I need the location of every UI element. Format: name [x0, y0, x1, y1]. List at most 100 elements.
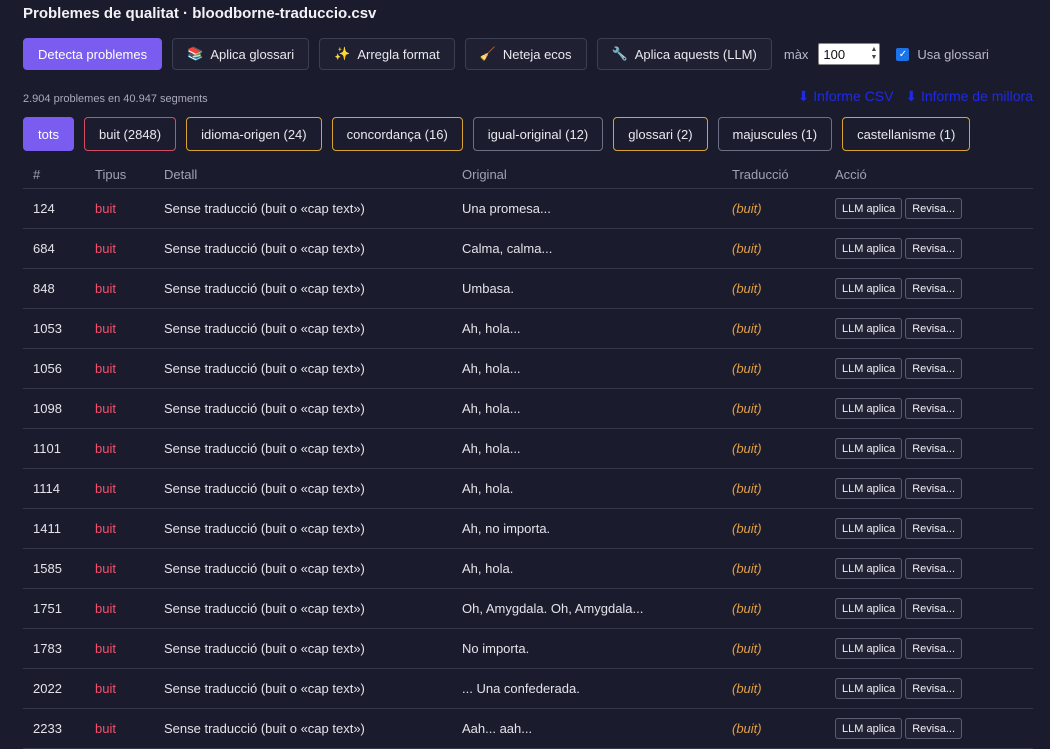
row-original: No importa.: [452, 628, 722, 669]
fix-format-button[interactable]: ✨ Arregla format: [319, 38, 455, 70]
csv-report-link[interactable]: ⬇ Informe CSV: [798, 88, 894, 104]
llm-apply-button[interactable]: LLM aplica: [835, 558, 903, 579]
review-button[interactable]: Revisa...: [905, 278, 962, 299]
llm-apply-button[interactable]: LLM aplica: [835, 318, 903, 339]
filter-source-language[interactable]: idioma-origen (24): [186, 117, 322, 151]
column-header-translation: Traducció: [722, 160, 825, 189]
row-original: Aah... aah...: [452, 708, 722, 749]
apply-glossary-button[interactable]: 📚 Aplica glossari: [172, 38, 310, 70]
llm-apply-button[interactable]: LLM aplica: [835, 278, 903, 299]
llm-apply-button[interactable]: LLM aplica: [835, 638, 903, 659]
row-type: buit: [85, 188, 154, 229]
toolbar: Detecta problemes 📚 Aplica glossari ✨ Ar…: [23, 38, 989, 70]
row-detail: Sense traducció (buit o «cap text»): [154, 468, 452, 509]
row-detail: Sense traducció (buit o «cap text»): [154, 188, 452, 229]
books-icon: 📚: [187, 46, 204, 61]
review-button[interactable]: Revisa...: [905, 558, 962, 579]
problems-table: # Tipus Detall Original Traducció Acció …: [23, 160, 1033, 749]
max-number-input[interactable]: 100 ▲ ▼: [818, 43, 881, 65]
llm-apply-button[interactable]: LLM aplica: [835, 198, 903, 219]
row-actions: LLM aplica Revisa...: [825, 548, 1033, 589]
filter-empty[interactable]: buit (2848): [83, 117, 177, 151]
row-detail: Sense traducció (buit o «cap text»): [154, 588, 452, 629]
review-button[interactable]: Revisa...: [905, 198, 962, 219]
row-translation: (buit): [722, 268, 825, 309]
row-original: ... Una confederada.: [452, 668, 722, 709]
row-detail: Sense traducció (buit o «cap text»): [154, 428, 452, 469]
review-button[interactable]: Revisa...: [905, 598, 962, 619]
filter-all[interactable]: tots: [23, 117, 74, 151]
use-glossary-toggle[interactable]: ✓ Usa glossari: [896, 47, 989, 62]
row-actions: LLM aplica Revisa...: [825, 468, 1033, 509]
row-number: 1056: [23, 348, 85, 389]
filter-castilianism[interactable]: castellanisme (1): [842, 117, 971, 151]
filter-capitals[interactable]: majuscules (1): [717, 117, 833, 151]
row-original: Ah, hola...: [452, 348, 722, 389]
row-translation: (buit): [722, 588, 825, 629]
row-translation: (buit): [722, 388, 825, 429]
apply-llm-label: Aplica aquests (LLM): [634, 46, 757, 62]
llm-apply-button[interactable]: LLM aplica: [835, 358, 903, 379]
row-actions: LLM aplica Revisa...: [825, 188, 1033, 229]
row-actions: LLM aplica Revisa...: [825, 348, 1033, 389]
row-type: buit: [85, 708, 154, 749]
review-button[interactable]: Revisa...: [905, 718, 962, 739]
llm-apply-button[interactable]: LLM aplica: [835, 518, 903, 539]
row-type: buit: [85, 628, 154, 669]
row-original: Ah, hola...: [452, 308, 722, 349]
review-button[interactable]: Revisa...: [905, 518, 962, 539]
row-number: 1783: [23, 628, 85, 669]
llm-apply-button[interactable]: LLM aplica: [835, 598, 903, 619]
review-button[interactable]: Revisa...: [905, 318, 962, 339]
row-detail: Sense traducció (buit o «cap text»): [154, 548, 452, 589]
filter-same-original[interactable]: igual-original (12): [472, 117, 604, 151]
improvement-report-link[interactable]: ⬇ Informe de millora: [905, 88, 1033, 104]
broom-icon: 🧹: [479, 46, 496, 61]
row-original: Ah, hola.: [452, 548, 722, 589]
review-button[interactable]: Revisa...: [905, 478, 962, 499]
llm-apply-button[interactable]: LLM aplica: [835, 478, 903, 499]
clean-echoes-button[interactable]: 🧹 Neteja ecos: [464, 38, 587, 70]
detect-problems-button[interactable]: Detecta problemes: [23, 38, 163, 70]
apply-llm-button[interactable]: 🔧 Aplica aquests (LLM): [596, 38, 772, 70]
spinner-arrows-icon[interactable]: ▲ ▼: [870, 46, 877, 62]
row-original: Ah, hola...: [452, 388, 722, 429]
review-button[interactable]: Revisa...: [905, 358, 962, 379]
review-button[interactable]: Revisa...: [905, 398, 962, 419]
table-row: 2233 buit Sense traducció (buit o «cap tex…: [23, 708, 1033, 749]
page-title: Problemes de qualitat · bloodborne-tradu…: [23, 5, 377, 22]
llm-apply-button[interactable]: LLM aplica: [835, 398, 903, 419]
filter-glossary[interactable]: glossari (2): [613, 117, 708, 151]
max-label: màx: [783, 46, 809, 62]
row-type: buit: [85, 588, 154, 629]
table-row: 124 buit Sense traducció (buit o «cap text…: [23, 188, 1033, 229]
use-glossary-checkbox[interactable]: ✓: [896, 47, 910, 61]
llm-apply-button[interactable]: LLM aplica: [835, 718, 903, 739]
row-actions: LLM aplica Revisa...: [825, 428, 1033, 469]
row-translation: (buit): [722, 508, 825, 549]
row-detail: Sense traducció (buit o «cap text»): [154, 388, 452, 429]
row-type: buit: [85, 388, 154, 429]
row-number: 1098: [23, 388, 85, 429]
review-button[interactable]: Revisa...: [905, 638, 962, 659]
llm-apply-button[interactable]: LLM aplica: [835, 678, 903, 699]
filter-agreement[interactable]: concordança (16): [331, 117, 463, 151]
review-button[interactable]: Revisa...: [905, 438, 962, 459]
review-button[interactable]: Revisa...: [905, 678, 962, 699]
row-original: Calma, calma...: [452, 228, 722, 269]
row-number: 1114: [23, 468, 85, 509]
llm-apply-button[interactable]: LLM aplica: [835, 438, 903, 459]
row-actions: LLM aplica Revisa...: [825, 268, 1033, 309]
row-detail: Sense traducció (buit o «cap text»): [154, 268, 452, 309]
review-button[interactable]: Revisa...: [905, 238, 962, 259]
row-translation: (buit): [722, 348, 825, 389]
table-row: 1585 buit Sense traducció (buit o «cap tex…: [23, 548, 1033, 589]
row-type: buit: [85, 268, 154, 309]
llm-apply-button[interactable]: LLM aplica: [835, 238, 903, 259]
row-actions: LLM aplica Revisa...: [825, 228, 1033, 269]
row-detail: Sense traducció (buit o «cap text»): [154, 668, 452, 709]
wrench-icon: 🔧: [611, 46, 628, 61]
table-row: 1056 buit Sense traducció (buit o «cap tex…: [23, 348, 1033, 389]
row-detail: Sense traducció (buit o «cap text»): [154, 348, 452, 389]
row-type: buit: [85, 428, 154, 469]
